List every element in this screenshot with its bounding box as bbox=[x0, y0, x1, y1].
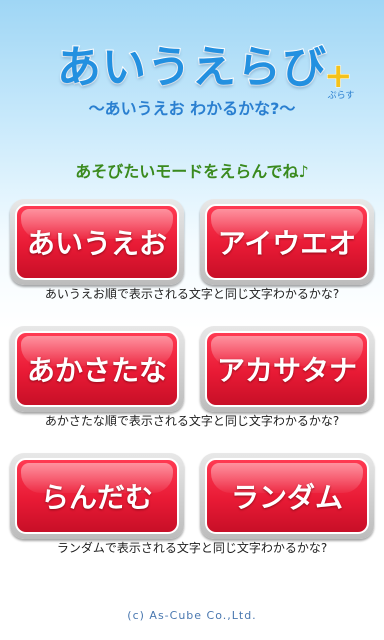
button-face: アカサタナ bbox=[205, 331, 369, 407]
katakana-order-button[interactable]: アイウエオ bbox=[200, 199, 374, 285]
hiragana-random-button[interactable]: らんだむ bbox=[10, 453, 184, 539]
button-label: アカサタナ bbox=[216, 354, 357, 387]
button-face: あいうえお bbox=[15, 204, 179, 280]
button-label: ランダム bbox=[230, 481, 343, 514]
button-label: アイウエオ bbox=[217, 227, 357, 260]
app-subtitle: 〜あいうえお わかるかな?〜 bbox=[88, 99, 296, 118]
katakana-random-button[interactable]: ランダム bbox=[200, 453, 374, 539]
mode-select-prompt: あそびたいモードをえらんでね♪ bbox=[75, 162, 309, 181]
aiueo-mode-description: あいうえお順で表示される文字と同じ文字わかるかな? bbox=[44, 287, 340, 301]
app-title: あいうえらび bbox=[56, 41, 327, 94]
random-mode-description: ランダムで表示される文字と同じ文字わかるかな? bbox=[56, 541, 328, 555]
akasatana-mode-description: あかさたな順で表示される文字と同じ文字わかるかな? bbox=[44, 414, 340, 428]
button-face: らんだむ bbox=[15, 458, 179, 534]
button-label: あいうえお bbox=[26, 227, 167, 260]
hiragana-row-button[interactable]: あかさたな bbox=[10, 326, 184, 412]
button-face: ランダム bbox=[205, 458, 369, 534]
copyright-notice: (c) As-Cube Co.,Ltd. bbox=[127, 609, 257, 622]
button-label: らんだむ bbox=[40, 481, 153, 514]
plus-icon: + bbox=[324, 56, 354, 96]
hiragana-order-button[interactable]: あいうえお bbox=[10, 199, 184, 285]
katakana-row-button[interactable]: アカサタナ bbox=[200, 326, 374, 412]
button-label: あかさたな bbox=[26, 354, 167, 387]
button-face: アイウエオ bbox=[205, 204, 369, 280]
button-face: あかさたな bbox=[15, 331, 179, 407]
